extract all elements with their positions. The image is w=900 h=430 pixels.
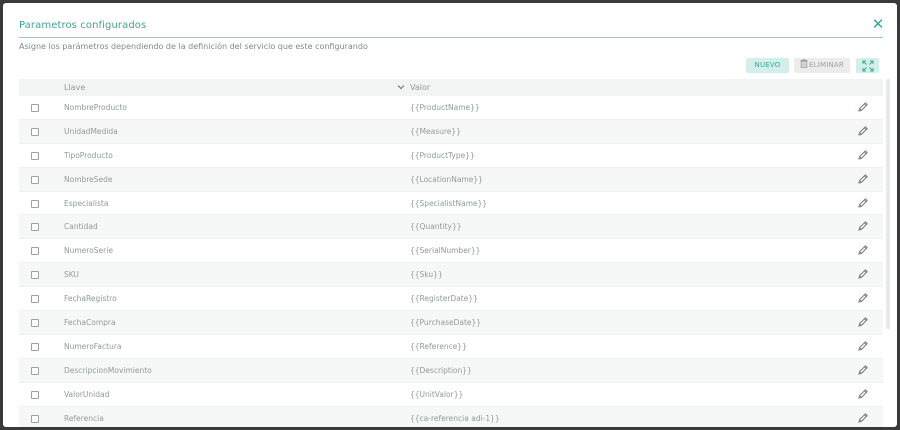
cell-value: {{LocationName}} xyxy=(410,174,483,184)
edit-icon[interactable] xyxy=(857,268,869,280)
chevron-down-icon[interactable] xyxy=(396,82,406,92)
delete-button-label: ELIMINAR xyxy=(809,61,844,69)
cell-key: NumeroFactura xyxy=(64,341,122,351)
parameters-table: Llave Valor NombreProducto {{ProductName}… xyxy=(19,79,883,427)
cell-value: {{PurchaseDate}} xyxy=(410,318,482,328)
edit-icon[interactable] xyxy=(857,364,869,376)
cell-key: Cantidad xyxy=(64,222,98,232)
edit-icon[interactable] xyxy=(857,292,869,304)
cell-key: FechaCompra xyxy=(64,318,116,328)
edit-icon[interactable] xyxy=(857,412,869,424)
expand-icon xyxy=(862,60,873,71)
edit-icon[interactable] xyxy=(857,149,869,161)
cell-key: Especialista xyxy=(64,198,109,208)
table-row[interactable]: TipoProducto {{ProductType}} xyxy=(19,144,883,168)
scrollbar-thumb[interactable] xyxy=(886,79,890,329)
new-button[interactable]: NUEVO xyxy=(746,58,789,73)
table-row[interactable]: SKU {{Sku}} xyxy=(19,263,883,288)
cell-key: NumeroSerie xyxy=(64,246,113,256)
row-checkbox[interactable] xyxy=(31,104,39,112)
column-header-value[interactable]: Valor xyxy=(410,83,430,92)
table-row[interactable]: NombreProducto {{ProductName}} xyxy=(19,96,883,120)
edit-icon[interactable] xyxy=(857,388,869,400)
cell-value: {{SerialNumber}} xyxy=(410,246,481,256)
table-row[interactable]: FechaRegistro {{RegisterDate}} xyxy=(19,287,883,312)
edit-icon[interactable] xyxy=(857,316,869,328)
row-checkbox[interactable] xyxy=(31,319,39,328)
row-checkbox[interactable] xyxy=(31,271,39,280)
table-row[interactable]: Cantidad {{Quantity}} xyxy=(19,215,883,240)
edit-icon[interactable] xyxy=(857,197,869,209)
table-row[interactable]: NumeroFactura {{Reference}} xyxy=(19,335,883,359)
table-header: Llave Valor xyxy=(19,79,883,96)
cell-key: TipoProducto xyxy=(64,150,113,160)
edit-icon[interactable] xyxy=(857,340,869,352)
row-checkbox[interactable] xyxy=(31,175,39,184)
cell-value: {{Description}} xyxy=(410,365,472,375)
cell-key: NombreSede xyxy=(64,174,113,184)
cell-value: {{ca-referencia adi-1}} xyxy=(410,413,500,423)
table-row[interactable]: UnidadMedida {{Measure}} xyxy=(19,119,883,144)
edit-icon[interactable] xyxy=(857,244,869,256)
row-checkbox[interactable] xyxy=(31,414,39,423)
cell-key: DescripcionMovimiento xyxy=(64,365,152,375)
cell-value: {{ProductName}} xyxy=(410,103,480,112)
edit-icon[interactable] xyxy=(857,220,869,232)
table-row[interactable]: FechaCompra {{PurchaseDate}} xyxy=(19,311,883,335)
cell-value: {{Reference}} xyxy=(410,341,467,351)
table-row[interactable]: NombreSede {{LocationName}} xyxy=(19,167,883,192)
cell-value: {{RegisterDate}} xyxy=(410,294,478,304)
cell-key: FechaRegistro xyxy=(64,294,117,304)
cell-key: NombreProducto xyxy=(64,103,127,112)
scrollbar[interactable] xyxy=(885,79,891,427)
expand-button[interactable] xyxy=(856,58,879,73)
cell-key: ValorUnidad xyxy=(64,389,110,399)
cell-key: SKU xyxy=(64,270,79,280)
row-checkbox[interactable] xyxy=(31,247,39,256)
toolbar: NUEVO ELIMINAR xyxy=(3,58,897,74)
parameters-dialog: Parametros configurados ✕ Asigne los par… xyxy=(3,3,897,427)
row-checkbox[interactable] xyxy=(31,295,39,304)
delete-button[interactable]: ELIMINAR xyxy=(794,58,850,73)
trash-icon xyxy=(800,59,808,68)
cell-key: UnidadMedida xyxy=(64,126,118,136)
row-checkbox[interactable] xyxy=(31,390,39,399)
table-row[interactable]: ValorUnidad {{UnitValor}} xyxy=(19,383,883,407)
table-row[interactable]: DescripcionMovimiento {{Description}} xyxy=(19,358,883,383)
edit-icon[interactable] xyxy=(857,101,869,113)
cell-key: Referencia xyxy=(64,413,104,423)
edit-icon[interactable] xyxy=(857,173,869,185)
row-checkbox[interactable] xyxy=(31,223,39,232)
title-divider xyxy=(19,37,883,38)
dialog-title: Parametros configurados xyxy=(19,20,147,31)
table-body: NombreProducto {{ProductName}} UnidadMedid… xyxy=(19,96,883,427)
edit-icon[interactable] xyxy=(857,125,869,137)
cell-value: {{SpecialistName}} xyxy=(410,198,488,208)
table-row[interactable]: NumeroSerie {{SerialNumber}} xyxy=(19,239,883,264)
cell-value: {{Quantity}} xyxy=(410,222,462,232)
cell-value: {{ProductType}} xyxy=(410,150,475,160)
column-header-key[interactable]: Llave xyxy=(64,83,85,92)
table-row[interactable]: Especialista {{SpecialistName}} xyxy=(19,192,883,216)
close-icon[interactable]: ✕ xyxy=(870,16,886,32)
row-checkbox[interactable] xyxy=(31,127,39,136)
row-checkbox[interactable] xyxy=(31,342,39,351)
row-checkbox[interactable] xyxy=(31,151,39,160)
cell-value: {{UnitValor}} xyxy=(410,389,464,399)
row-checkbox[interactable] xyxy=(31,199,39,208)
cell-value: {{Sku}} xyxy=(410,270,443,280)
dialog-subtitle: Asigne los parámetros dependiendo de la … xyxy=(19,42,368,51)
cell-value: {{Measure}} xyxy=(410,126,461,136)
table-row[interactable]: Referencia {{ca-referencia adi-1}} xyxy=(19,406,883,427)
row-checkbox[interactable] xyxy=(31,366,39,375)
